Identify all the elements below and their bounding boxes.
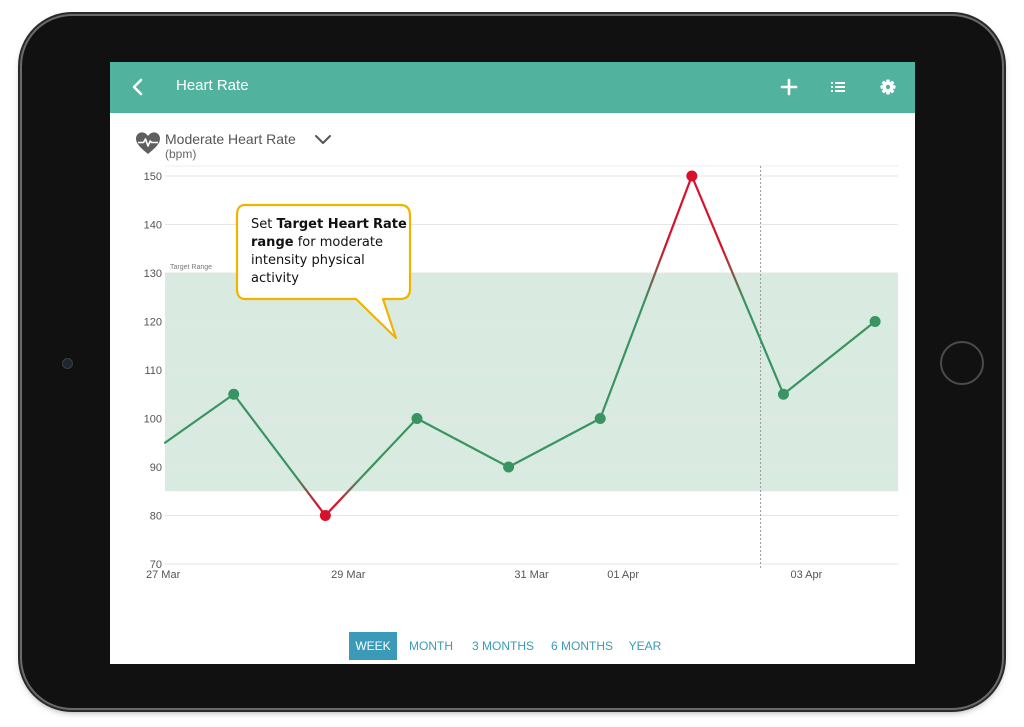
add-icon: [780, 78, 798, 96]
page-title: Heart Rate: [176, 77, 249, 94]
y-tick-label: 110: [144, 365, 162, 377]
chevron-left-icon: [132, 78, 143, 96]
y-tick-label: 80: [150, 511, 162, 523]
back-button[interactable]: [126, 75, 150, 99]
home-button[interactable]: [940, 341, 984, 385]
x-tick-label: 03 Apr: [790, 569, 822, 581]
data-point: [869, 316, 881, 327]
list-icon: [831, 82, 845, 92]
y-tick-label: 120: [144, 317, 162, 329]
app-bar: Heart Rate: [110, 62, 915, 113]
data-point: [228, 388, 240, 400]
settings-button[interactable]: [876, 75, 900, 99]
x-tick-label: 29 Mar: [331, 569, 366, 581]
data-point: [777, 388, 789, 400]
y-tick-label: 140: [144, 220, 162, 232]
heart-pulse-icon: [136, 132, 160, 154]
y-tick-label: 100: [144, 414, 162, 426]
x-tick-label: 01 Apr: [607, 569, 639, 581]
app-screen: Heart Rate Moderate Heart Rate (bpm) Tar…: [110, 62, 915, 664]
period-week-button[interactable]: WEEK: [349, 632, 397, 660]
period-3-months-button[interactable]: 3 MONTHS: [467, 632, 539, 660]
data-point: [411, 413, 423, 424]
period-year-button[interactable]: YEAR: [625, 632, 665, 660]
x-tick-label: 31 Mar: [514, 569, 549, 581]
heart-rate-chart: Target Range 708090100110120130140150 27…: [144, 165, 898, 581]
data-point: [503, 461, 515, 473]
y-tick-label: 90: [150, 462, 162, 474]
camera-icon: [62, 358, 73, 369]
y-tick-label: 150: [144, 171, 162, 183]
list-button[interactable]: [826, 75, 850, 99]
period-month-button[interactable]: MONTH: [403, 632, 459, 660]
x-tick-label: 27 Mar: [146, 569, 181, 581]
data-point: [319, 510, 331, 521]
gear-icon: [880, 79, 896, 95]
metric-unit: (bpm): [165, 147, 197, 161]
period-6-months-button[interactable]: 6 MONTHS: [547, 632, 617, 660]
data-point: [594, 413, 606, 424]
data-point: [686, 170, 698, 182]
target-range-label: Target Range: [170, 264, 212, 271]
add-button[interactable]: [777, 75, 801, 99]
chevron-down-icon[interactable]: [314, 134, 332, 146]
y-tick-label: 130: [144, 268, 162, 280]
metric-name: Moderate Heart Rate: [165, 131, 296, 147]
callout-text: Set Target Heart Rate range for moderate…: [251, 217, 407, 286]
